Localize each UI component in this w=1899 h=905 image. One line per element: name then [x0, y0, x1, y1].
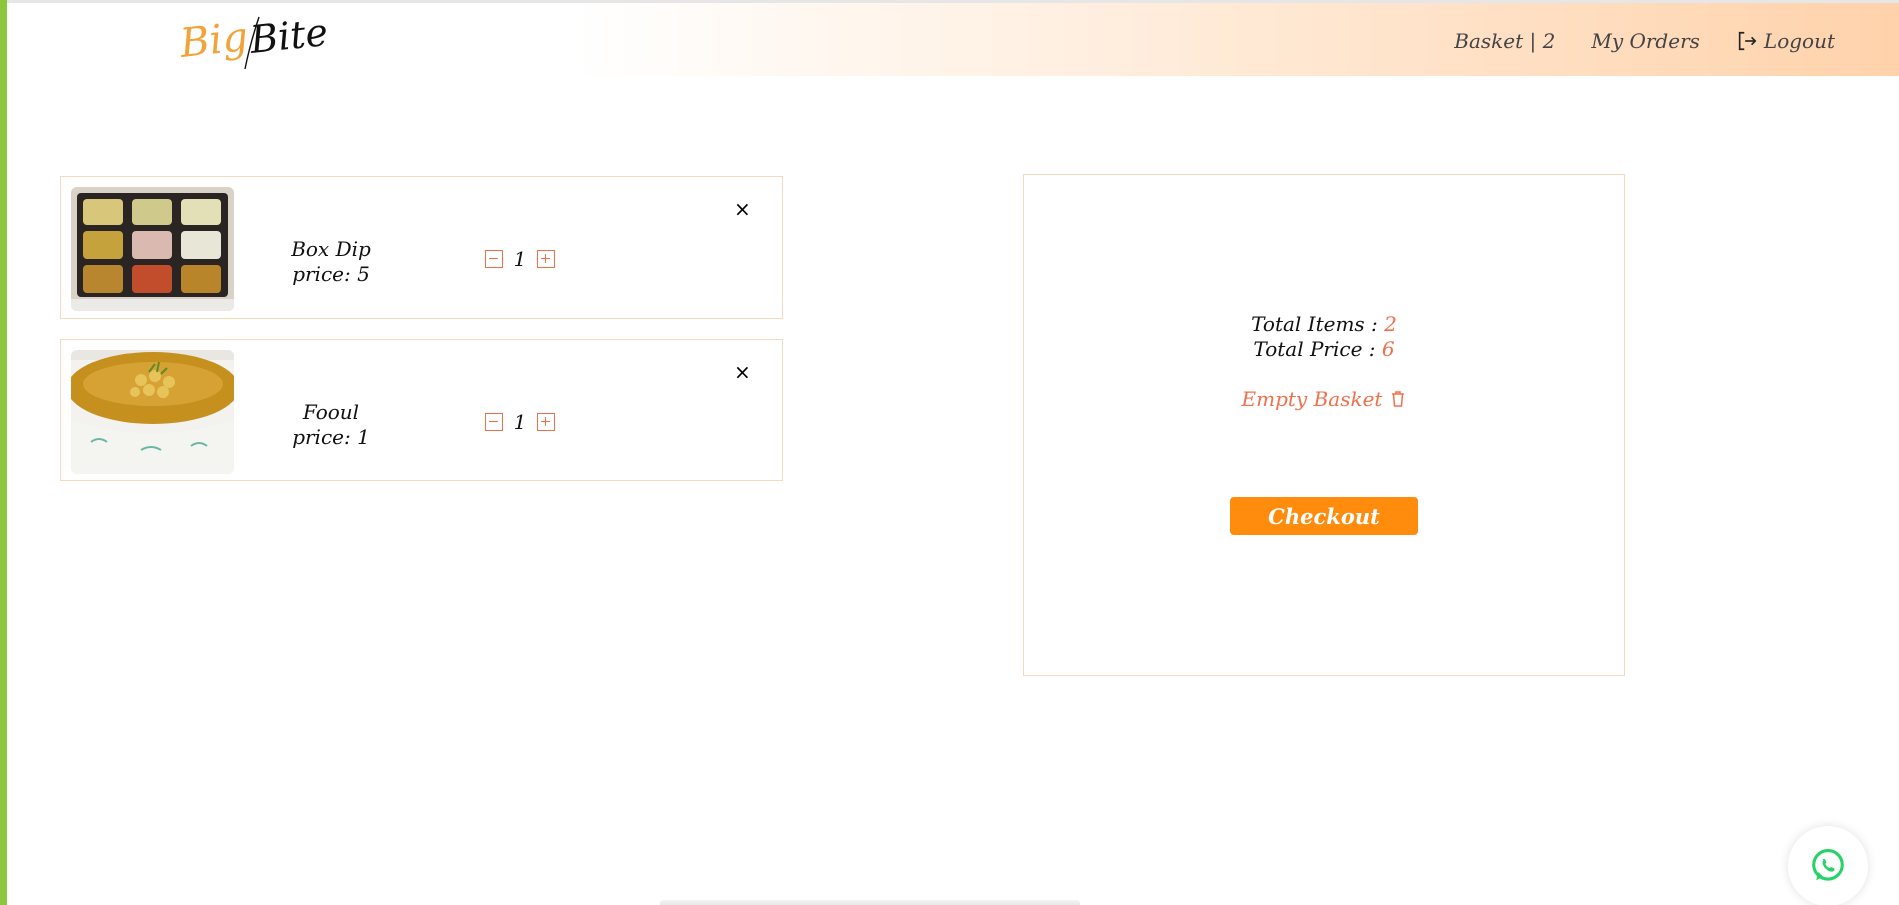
plus-icon-vertical	[544, 417, 547, 426]
basket-link[interactable]: Basket | 2	[1454, 29, 1555, 53]
total-items-label: Total Items :	[1251, 312, 1378, 336]
bottom-edge	[660, 900, 1080, 905]
item-info: Box Dip price: 5	[251, 237, 411, 287]
plus-icon-vertical	[544, 254, 547, 263]
empty-basket-button[interactable]: Empty Basket	[1024, 387, 1624, 411]
fooul-image	[71, 350, 234, 474]
whatsapp-button[interactable]	[1788, 826, 1868, 905]
brand-part1: Big	[179, 14, 250, 67]
checkout-button[interactable]: Checkout	[1230, 497, 1418, 535]
logout-link[interactable]: Logout	[1736, 29, 1835, 53]
quantity-value: 1	[513, 247, 527, 271]
trash-icon	[1392, 391, 1405, 407]
basket-label: Basket | 2	[1454, 29, 1556, 53]
item-name: Box Dip	[291, 237, 371, 261]
whatsapp-icon	[1812, 849, 1844, 881]
total-items-value: 2	[1384, 312, 1397, 336]
item-info: Fooul price: 1	[251, 400, 411, 450]
quantity-stepper: 1	[485, 410, 555, 434]
total-price-row: Total Price : 6	[1024, 337, 1624, 362]
remove-item-button[interactable]: ×	[734, 197, 751, 221]
decrease-button[interactable]	[485, 413, 503, 431]
minus-icon	[489, 257, 498, 260]
decrease-button[interactable]	[485, 250, 503, 268]
remove-item-button[interactable]: ×	[734, 360, 751, 384]
quantity-value: 1	[513, 410, 527, 434]
logout-label: Logout	[1763, 29, 1835, 53]
logout-icon	[1738, 31, 1757, 51]
my-orders-link[interactable]: My Orders	[1591, 29, 1700, 53]
empty-basket-label: Empty Basket	[1241, 387, 1383, 411]
left-accent-bar	[0, 0, 7, 905]
item-name: Fooul	[302, 400, 360, 424]
item-price: price: 5	[292, 262, 370, 286]
cart-item: Fooul price: 1 1 ×	[60, 339, 783, 481]
total-items-row: Total Items : 2	[1024, 312, 1624, 337]
box-dip-image	[71, 187, 234, 311]
top-nav: Basket | 2 My Orders Logout	[1454, 29, 1835, 53]
total-price-value: 6	[1381, 337, 1395, 361]
order-summary-panel: Total Items : 2 Total Price : 6 Empty Ba…	[1023, 174, 1625, 676]
totals: Total Items : 2 Total Price : 6	[1024, 312, 1624, 362]
increase-button[interactable]	[537, 250, 555, 268]
quantity-stepper: 1	[485, 247, 555, 271]
header: Big Bite Basket | 2 My Orders Logout	[7, 3, 1899, 76]
cart-item: Box Dip price: 5 1 ×	[60, 176, 783, 319]
brand-logo[interactable]: Big Bite	[179, 9, 339, 75]
total-price-label: Total Price :	[1253, 337, 1376, 361]
item-price: price: 1	[292, 425, 370, 449]
my-orders-label: My Orders	[1591, 29, 1700, 53]
increase-button[interactable]	[537, 413, 555, 431]
minus-icon	[489, 420, 498, 423]
